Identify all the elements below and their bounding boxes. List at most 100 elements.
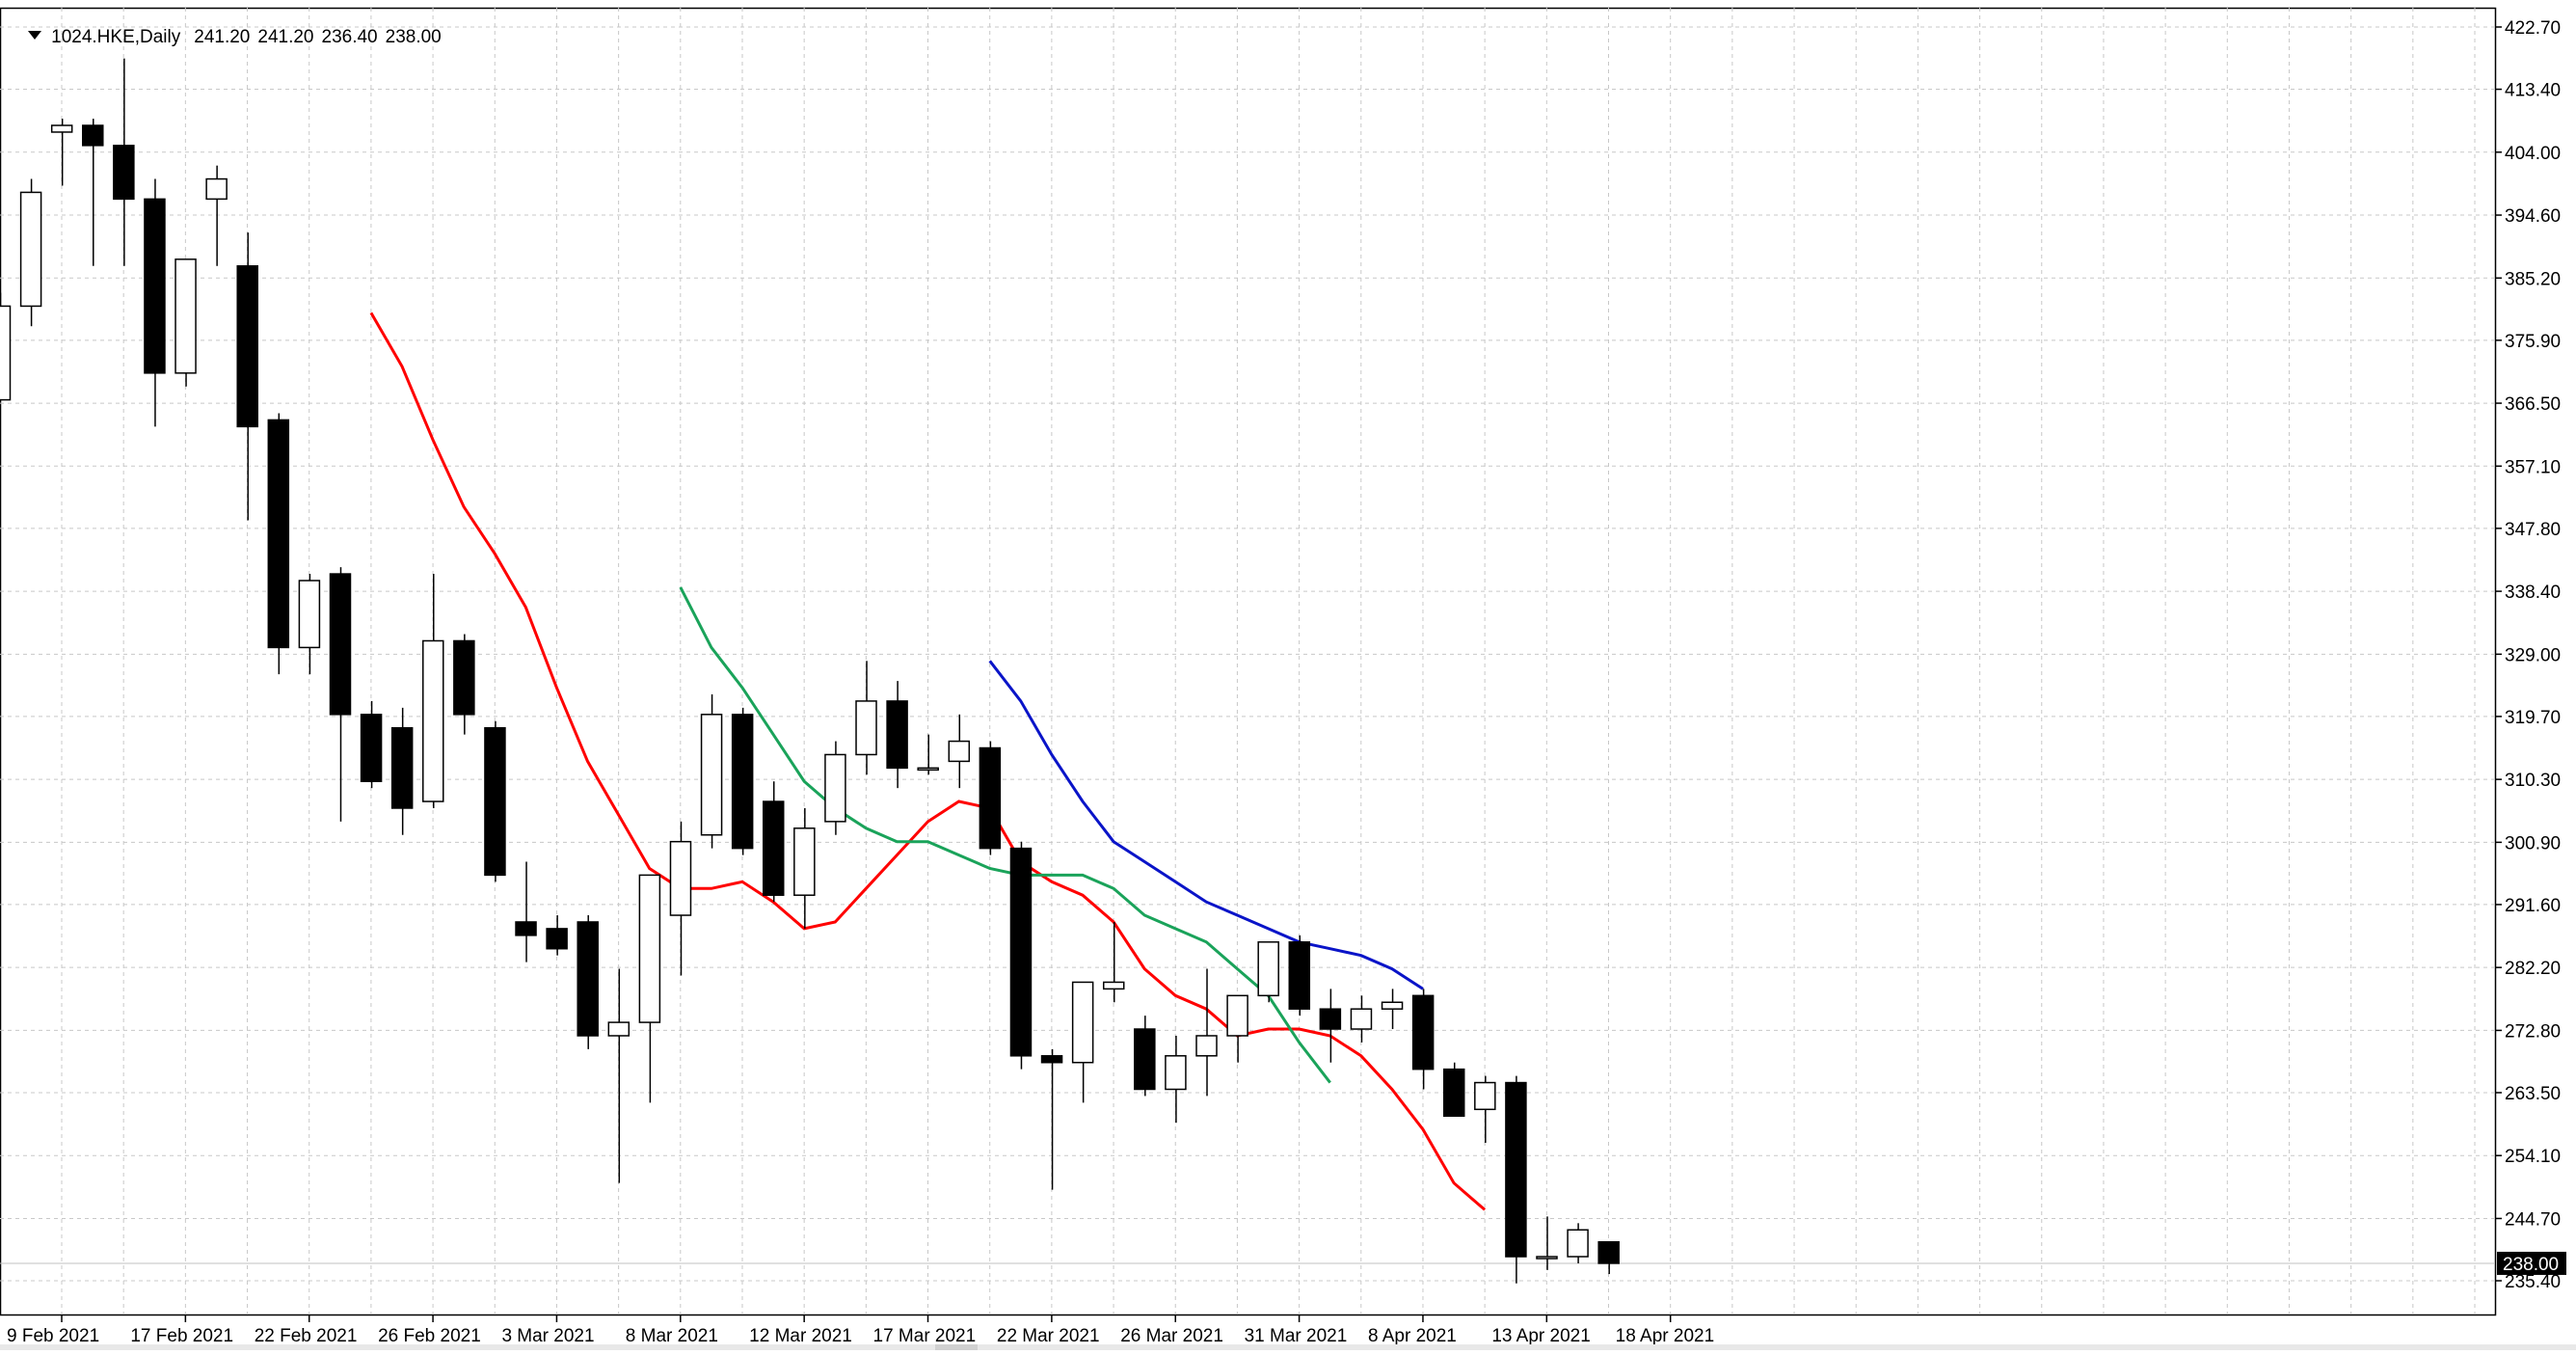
x-tick-label: 8 Mar 2021: [626, 1326, 718, 1346]
candle-bear: [1134, 1028, 1156, 1091]
candle-bull: [298, 580, 321, 649]
candle-bear: [1597, 1240, 1620, 1264]
candle-bull: [607, 1021, 631, 1037]
candle-bull: [422, 639, 444, 802]
candle-bull: [669, 840, 692, 916]
candle-bull: [1195, 1035, 1218, 1057]
x-tick-label: 9 Feb 2021: [7, 1326, 99, 1346]
candle-bull: [1165, 1055, 1187, 1091]
candle-bear: [453, 639, 475, 716]
candle-bear: [360, 714, 383, 782]
candle-bear: [515, 921, 537, 936]
candle-bull: [1536, 1256, 1558, 1260]
candle-bull: [1071, 981, 1094, 1064]
candle-bull: [793, 827, 816, 896]
y-tick-label: 375.90: [2505, 332, 2561, 352]
y-tick-label: 394.60: [2505, 206, 2561, 227]
low-value: 236.40: [321, 27, 378, 47]
x-tick-label: 26 Mar 2021: [1120, 1326, 1223, 1346]
candle-bull: [1102, 981, 1125, 990]
x-tick-label: 8 Apr 2021: [1368, 1326, 1457, 1346]
candle-bull: [1567, 1229, 1589, 1258]
y-tick-label: 291.60: [2505, 896, 2561, 916]
candle-bull: [0, 305, 12, 401]
current-price-label: 238.00: [2503, 1255, 2559, 1275]
candle-bear: [577, 921, 599, 1037]
candle-bull: [1350, 1008, 1373, 1030]
x-tick-label: 13 Apr 2021: [1491, 1326, 1590, 1346]
chart-header: 1024.HKE,Daily 241.20 241.20 236.40 238.00: [8, 6, 449, 69]
candle-bear: [1040, 1055, 1063, 1064]
candle-bull: [50, 124, 73, 133]
symbol-label: 1024.HKE,Daily: [51, 27, 181, 47]
y-tick-label: 366.50: [2505, 394, 2561, 415]
y-tick-label: 329.00: [2505, 645, 2561, 665]
candle-bull: [855, 700, 877, 756]
candle-bull: [205, 177, 228, 201]
stock-chart: 422.70 413.40 404.00 394.60 385.20 375.90 366.…: [0, 0, 2576, 1350]
candle-bear: [144, 198, 166, 374]
high-value: 241.20: [257, 27, 314, 47]
candle-bull: [824, 753, 846, 823]
y-tick-label: 319.70: [2505, 708, 2561, 728]
x-tick-label: 18 Apr 2021: [1616, 1326, 1714, 1346]
y-tick-label: 300.90: [2505, 833, 2561, 854]
x-tick-label: 22 Feb 2021: [255, 1326, 358, 1346]
candle-bear: [390, 726, 414, 809]
x-tick-label: 17 Mar 2021: [873, 1326, 977, 1346]
candle-bear: [1319, 1008, 1342, 1030]
chart-canvas[interactable]: 422.70 413.40 404.00 394.60 385.20 375.90 366.…: [0, 0, 2576, 1350]
candle-bull: [638, 874, 661, 1023]
y-tick-label: 385.20: [2505, 269, 2561, 289]
candle-bear: [979, 746, 1002, 850]
candle-bull: [1474, 1081, 1496, 1111]
candle-bull: [917, 767, 939, 772]
y-tick-label: 244.70: [2505, 1209, 2561, 1230]
y-tick-label: 413.40: [2505, 81, 2561, 101]
grid-layer: [0, 7, 2497, 1316]
candle-bear: [763, 800, 785, 896]
open-value: 241.20: [194, 27, 251, 47]
candle-bear: [82, 124, 104, 147]
y-tick-label: 263.50: [2505, 1084, 2561, 1104]
scrollbar-thumb[interactable]: [935, 1344, 978, 1350]
candle-bull: [19, 191, 42, 308]
x-tick-label: 26 Feb 2021: [378, 1326, 481, 1346]
candle-bull: [700, 714, 723, 836]
y-tick-label: 338.40: [2505, 583, 2561, 603]
candle-bear: [1288, 941, 1311, 1010]
candle-bull: [174, 258, 197, 374]
y-tick-label: 404.00: [2505, 144, 2561, 164]
y-tick-label: 254.10: [2505, 1147, 2561, 1167]
candle-bear: [1009, 847, 1033, 1057]
y-tick-label: 347.80: [2505, 520, 2561, 540]
x-tick-label: 3 Mar 2021: [501, 1326, 594, 1346]
x-tick-label: 22 Mar 2021: [997, 1326, 1100, 1346]
candle-bear: [546, 928, 568, 950]
candle-bear: [1505, 1081, 1527, 1258]
y-tick-label: 422.70: [2505, 18, 2561, 39]
candle-bear: [484, 726, 506, 877]
x-tick-label: 17 Feb 2021: [130, 1326, 233, 1346]
symbol-menu-triangle-icon[interactable]: [28, 31, 42, 41]
candle-bull: [1226, 994, 1248, 1037]
x-tick-label: 12 Mar 2021: [749, 1326, 852, 1346]
y-tick-label: 272.80: [2505, 1021, 2561, 1042]
y-tick-label: 357.10: [2505, 457, 2561, 477]
candle-bear: [886, 700, 908, 770]
candle-bear: [113, 145, 135, 201]
y-tick-label: 282.20: [2505, 959, 2561, 979]
candle-bull: [1257, 941, 1279, 997]
y-tick-label: 235.40: [2505, 1272, 2561, 1292]
candle-bear: [329, 573, 352, 716]
close-value: 238.00: [385, 27, 442, 47]
candle-bull: [948, 740, 971, 763]
candle-bear: [1411, 994, 1435, 1070]
candle-bull: [1381, 1001, 1404, 1010]
horizontal-scrollbar[interactable]: [0, 1344, 2576, 1350]
candle-bear: [267, 419, 290, 649]
plot-frame: [0, 7, 2497, 1316]
candle-bear: [1442, 1068, 1465, 1118]
candle-bear: [731, 714, 754, 850]
x-tick-label: 31 Mar 2021: [1245, 1326, 1348, 1346]
